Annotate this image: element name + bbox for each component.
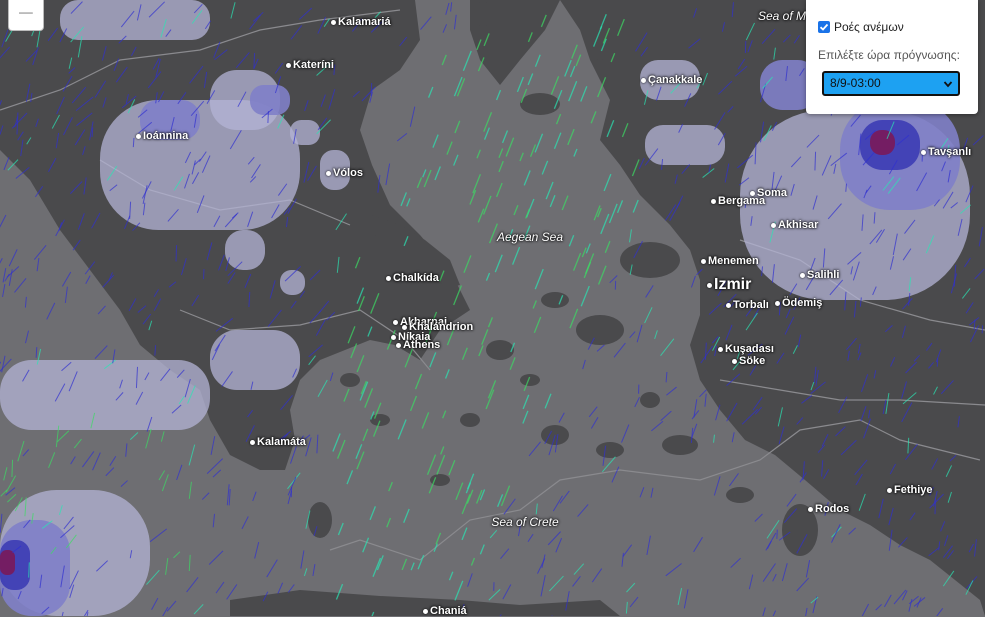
precipitation-cell	[140, 100, 200, 140]
city-marker	[423, 609, 428, 614]
precipitation-cell	[225, 230, 265, 270]
city-marker	[136, 134, 141, 139]
forecast-time-select[interactable]: 8/9-03:00	[822, 71, 960, 96]
city-marker	[887, 488, 892, 493]
city-marker	[396, 343, 401, 348]
city-marker	[775, 301, 780, 306]
city-marker	[732, 359, 737, 364]
wind-streak	[29, 562, 30, 577]
precipitation-cell	[210, 330, 300, 390]
wind-flow-label: Ροές ανέμων	[834, 20, 904, 34]
precipitation-cell	[645, 125, 725, 165]
wind-flow-checkbox[interactable]	[818, 21, 830, 33]
sea-label: Sea of M	[758, 9, 806, 23]
wind-flow-toggle[interactable]: Ροές ανέμων	[818, 20, 904, 34]
city-marker	[250, 440, 255, 445]
forecast-time-value: 8/9-03:00	[830, 76, 881, 90]
city-marker	[726, 303, 731, 308]
sea-label: Aegean Sea	[497, 230, 563, 244]
city-marker	[391, 335, 396, 340]
city-marker	[286, 63, 291, 68]
chevron-down-icon	[943, 79, 953, 89]
wind-streak	[36, 347, 37, 358]
city-marker	[921, 150, 926, 155]
city-marker	[402, 325, 407, 330]
city-marker	[707, 283, 712, 288]
forecast-time-label: Επιλέξτε ώρα πρόγνωσης:	[818, 48, 960, 62]
wind-streak	[846, 184, 847, 192]
wind-streak	[815, 152, 816, 171]
zoom-out-button[interactable]: −	[8, 0, 44, 31]
precipitation-cell	[60, 0, 210, 40]
map-options-panel: Ροές ανέμων Επιλέξτε ώρα πρόγνωσης: 8/9-…	[806, 0, 978, 114]
wind-streak	[371, 83, 372, 96]
precipitation-cell	[0, 360, 210, 430]
city-marker	[326, 171, 331, 176]
city-marker	[800, 273, 805, 278]
city-marker	[711, 199, 716, 204]
checkmark-icon	[819, 22, 829, 32]
city-marker	[718, 347, 723, 352]
precipitation-cell	[0, 550, 15, 575]
precipitation-cell	[320, 150, 350, 190]
city-marker	[641, 78, 646, 83]
city-marker	[386, 276, 391, 281]
wind-streak	[12, 460, 13, 477]
wind-streak	[176, 245, 177, 261]
city-marker	[771, 223, 776, 228]
city-marker	[393, 320, 398, 325]
precipitation-cell	[870, 130, 895, 155]
city-marker	[808, 507, 813, 512]
wind-streak	[92, 128, 93, 138]
sea-label: Sea of Crete	[491, 515, 558, 529]
city-marker	[331, 20, 336, 25]
city-marker	[750, 191, 755, 196]
city-marker	[701, 259, 706, 264]
wind-streak	[133, 138, 134, 147]
